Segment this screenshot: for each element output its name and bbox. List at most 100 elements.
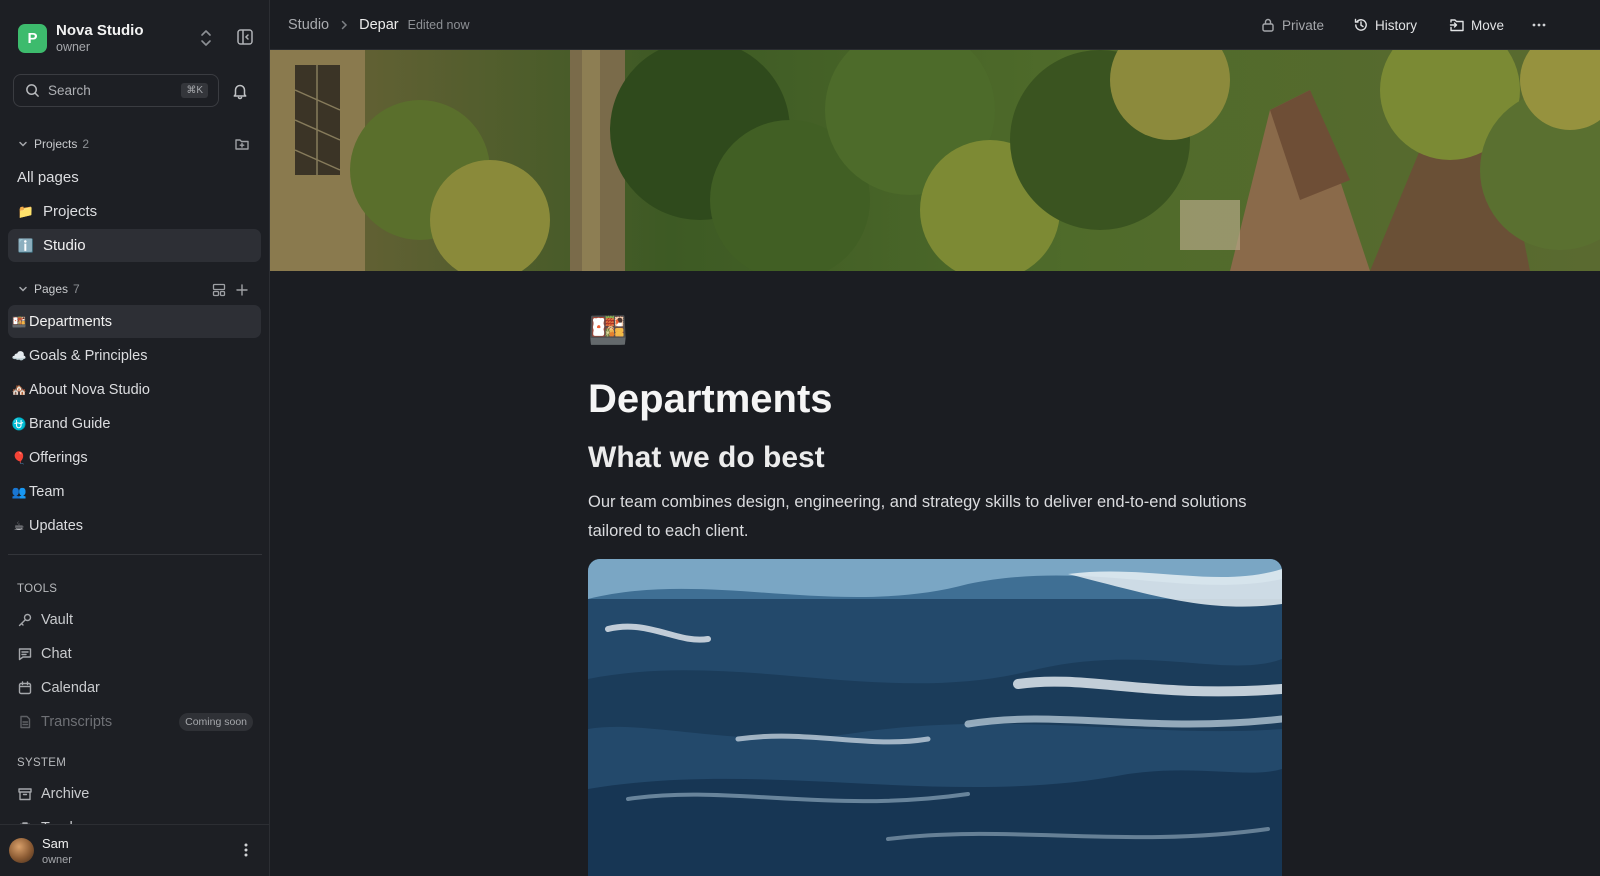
user-name: Sam bbox=[42, 836, 69, 851]
cover-image[interactable] bbox=[270, 50, 1600, 271]
tool-item-transcripts: Transcripts Coming soon bbox=[8, 705, 261, 738]
add-page-icon[interactable] bbox=[234, 282, 250, 298]
tool-item-label: Transcripts bbox=[41, 713, 113, 730]
workspace-logo: P bbox=[18, 23, 47, 53]
bell-icon[interactable] bbox=[231, 82, 249, 100]
archive-icon bbox=[18, 787, 32, 800]
calendar-icon bbox=[18, 680, 32, 694]
key-icon bbox=[18, 613, 32, 626]
move-button[interactable]: Move bbox=[1449, 15, 1504, 35]
page-item-label: Goals & Principles bbox=[29, 347, 148, 364]
breadcrumb: Studio Depar Edited now bbox=[288, 17, 469, 33]
bento-icon: 🍱 bbox=[11, 314, 27, 329]
page-item-label: Brand Guide bbox=[29, 415, 111, 432]
page-emoji-icon[interactable]: 🍱 bbox=[588, 310, 1288, 350]
cloud-icon: ☁️ bbox=[11, 348, 27, 363]
page-item-updates[interactable]: ☕ Updates bbox=[8, 509, 261, 542]
page-content: 🍱 Departments What we do best Our team c… bbox=[588, 310, 1288, 546]
chevron-right-icon bbox=[341, 20, 348, 30]
pages-count: 7 bbox=[73, 282, 80, 296]
page-paragraph[interactable]: Our team combines design, engineering, a… bbox=[588, 488, 1268, 546]
sidebar-divider bbox=[8, 554, 262, 555]
page-title[interactable]: Departments bbox=[588, 376, 1288, 422]
new-folder-icon[interactable] bbox=[234, 136, 250, 152]
page-subtitle[interactable]: What we do best bbox=[588, 440, 1288, 476]
main-content: Studio Depar Edited now Private History … bbox=[270, 0, 1600, 876]
edited-status: Edited now bbox=[407, 18, 470, 32]
projects-section-header[interactable]: Projects 2 bbox=[18, 135, 89, 153]
page-item-goals[interactable]: ☁️ Goals & Principles bbox=[8, 339, 261, 372]
chevron-down-icon bbox=[19, 141, 27, 147]
lock-icon bbox=[1262, 18, 1274, 32]
sidebar-item-projects[interactable]: 📁 Projects bbox=[8, 195, 261, 228]
avatar[interactable] bbox=[9, 838, 34, 863]
system-item-archive[interactable]: Archive bbox=[8, 777, 261, 810]
info-icon: ℹ️ bbox=[17, 237, 35, 253]
tool-item-label: Archive bbox=[41, 785, 90, 802]
tools-group-label: TOOLS bbox=[17, 583, 58, 595]
top-bar: Studio Depar Edited now Private History … bbox=[270, 0, 1600, 50]
projects-section-title: Projects bbox=[34, 137, 78, 151]
more-vertical-icon[interactable] bbox=[238, 842, 254, 858]
houses-icon: 🏘️ bbox=[11, 382, 27, 397]
workspace-name: Nova Studio bbox=[56, 21, 144, 39]
chevron-up-down-icon[interactable] bbox=[198, 28, 214, 48]
tool-item-label: Calendar bbox=[41, 679, 100, 696]
collapse-sidebar-icon[interactable] bbox=[235, 27, 255, 47]
coffee-icon: ☕ bbox=[13, 518, 25, 533]
transcript-icon bbox=[20, 715, 31, 728]
page-item-label: Updates bbox=[29, 517, 84, 534]
balloon-icon: 🎈 bbox=[11, 450, 27, 465]
history-button[interactable]: History bbox=[1353, 15, 1417, 35]
page-item-team[interactable]: 👥 Team bbox=[8, 475, 261, 508]
sidebar: P Nova Studio owner Search ⌘K Projects 2… bbox=[0, 0, 270, 876]
coming-soon-badge: Coming soon bbox=[179, 713, 253, 731]
ophiuchus-icon: ⛎ bbox=[11, 416, 27, 431]
sidebar-item-label: Projects bbox=[43, 203, 98, 220]
sidebar-item-label: All pages bbox=[17, 169, 79, 186]
history-icon bbox=[1354, 18, 1367, 31]
workspace-role: owner bbox=[56, 39, 91, 54]
history-label: History bbox=[1375, 17, 1418, 33]
page-item-brand-guide[interactable]: ⛎ Brand Guide bbox=[8, 407, 261, 440]
search-shortcut: ⌘K bbox=[181, 83, 208, 98]
content-image[interactable] bbox=[588, 559, 1282, 876]
private-label: Private bbox=[1282, 17, 1325, 33]
page-item-label: About Nova Studio bbox=[29, 381, 150, 398]
projects-count: 2 bbox=[82, 137, 90, 151]
user-bar: Sam owner bbox=[0, 824, 269, 876]
tool-item-label: Vault bbox=[41, 611, 73, 628]
chevron-down-icon bbox=[19, 286, 27, 292]
search-input[interactable]: Search ⌘K bbox=[13, 74, 219, 107]
sidebar-item-label: Studio bbox=[43, 237, 86, 254]
chat-icon bbox=[18, 647, 32, 660]
pages-section-header[interactable]: Pages 7 bbox=[18, 280, 80, 298]
user-role: owner bbox=[42, 854, 72, 866]
breadcrumb-root[interactable]: Studio bbox=[288, 17, 329, 33]
pages-section-title: Pages bbox=[34, 282, 69, 296]
page-item-label: Departments bbox=[29, 313, 113, 330]
workspace-switcher[interactable]: P Nova Studio owner bbox=[18, 22, 255, 55]
more-horizontal-icon[interactable] bbox=[1530, 16, 1548, 34]
move-label: Move bbox=[1471, 17, 1505, 33]
page-item-departments[interactable]: 🍱 Departments bbox=[8, 305, 261, 338]
people-icon: 👥 bbox=[11, 484, 27, 499]
page-item-about[interactable]: 🏘️ About Nova Studio bbox=[8, 373, 261, 406]
tool-item-calendar[interactable]: Calendar bbox=[8, 671, 261, 704]
tool-item-chat[interactable]: Chat bbox=[8, 637, 261, 670]
sidebar-item-studio[interactable]: ℹ️ Studio bbox=[8, 229, 261, 262]
page-item-label: Team bbox=[29, 483, 65, 500]
workspace-info: Nova Studio owner bbox=[56, 22, 144, 55]
tool-item-vault[interactable]: Vault bbox=[8, 603, 261, 636]
private-button[interactable]: Private bbox=[1260, 15, 1324, 35]
template-icon[interactable] bbox=[211, 282, 227, 298]
cover-painting bbox=[270, 50, 1600, 271]
search-placeholder: Search bbox=[48, 83, 91, 98]
system-group-label: SYSTEM bbox=[17, 757, 67, 769]
move-icon bbox=[1449, 19, 1464, 32]
tool-item-label: Chat bbox=[41, 645, 72, 662]
sidebar-item-all-pages[interactable]: All pages bbox=[8, 161, 261, 194]
page-item-offerings[interactable]: 🎈 Offerings bbox=[8, 441, 261, 474]
search-icon bbox=[26, 84, 39, 97]
breadcrumb-current[interactable]: Depar bbox=[359, 17, 399, 33]
